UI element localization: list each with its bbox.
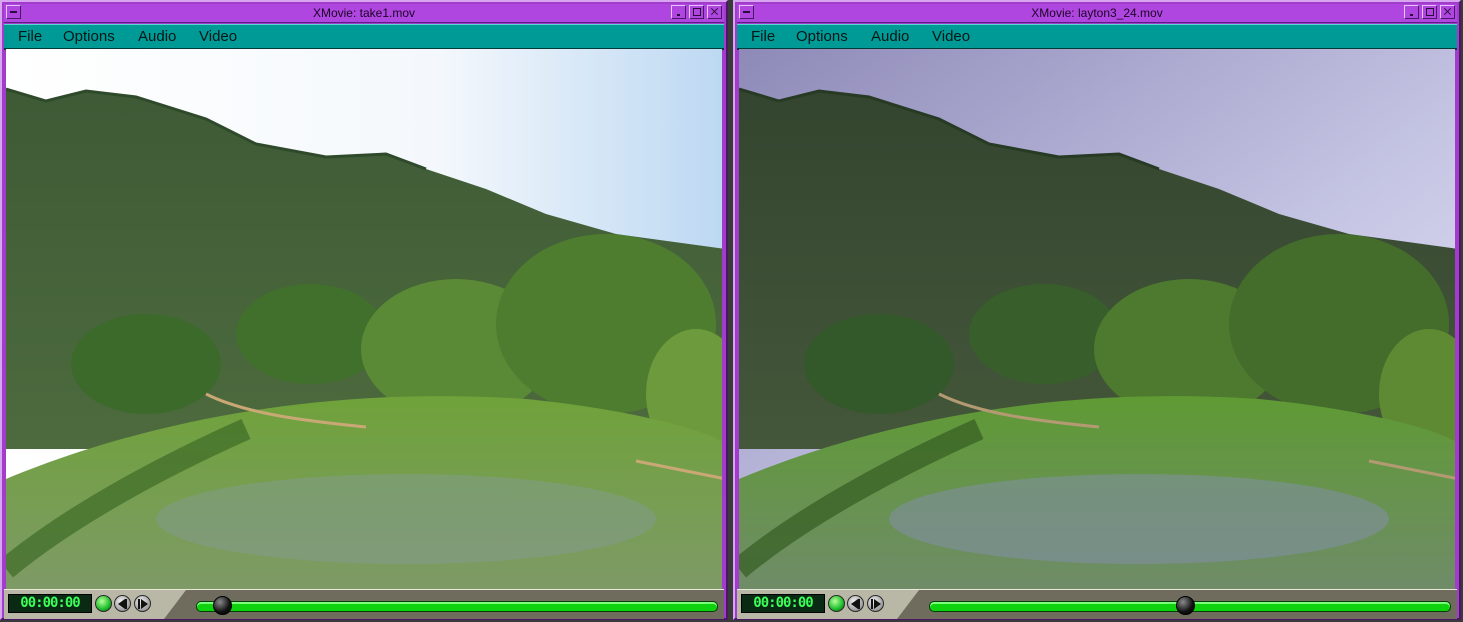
xmovie-window-left: XMovie: take1.mov File Options Audio Vid… xyxy=(0,0,728,620)
step-back-icon[interactable] xyxy=(847,595,864,612)
minimize-icon[interactable] xyxy=(671,5,686,19)
seek-track[interactable] xyxy=(196,601,718,612)
step-back-icon[interactable] xyxy=(114,595,131,612)
timecode-display: 00:00:00 xyxy=(741,594,825,613)
landscape-video-image xyxy=(739,49,1455,589)
step-forward-icon[interactable] xyxy=(867,595,884,612)
menu-video[interactable]: Video xyxy=(199,28,237,45)
maximize-icon[interactable] xyxy=(689,5,704,19)
seek-thumb-icon[interactable] xyxy=(1175,596,1195,615)
xmovie-window-right: XMovie: layton3_24.mov File Options Audi… xyxy=(733,0,1461,620)
control-bar: 00:00:00 xyxy=(4,589,724,619)
play-icon[interactable] xyxy=(95,595,112,612)
landscape-video-image xyxy=(6,49,722,589)
window-title: XMovie: layton3_24.mov xyxy=(1031,6,1163,20)
menu-file[interactable]: File xyxy=(751,28,775,45)
play-icon[interactable] xyxy=(828,595,845,612)
menu-bar: File Options Audio Video xyxy=(737,24,1457,50)
window-title: XMovie: take1.mov xyxy=(312,6,416,20)
menu-video[interactable]: Video xyxy=(932,28,970,45)
title-bar[interactable]: XMovie: layton3_24.mov xyxy=(737,4,1457,23)
menu-options[interactable]: Options xyxy=(796,28,848,45)
menu-audio[interactable]: Audio xyxy=(871,28,909,45)
step-forward-icon[interactable] xyxy=(134,595,151,612)
menu-bar: File Options Audio Video xyxy=(4,24,724,50)
video-frame[interactable] xyxy=(6,49,722,589)
video-frame[interactable] xyxy=(739,49,1455,589)
minimize-icon[interactable] xyxy=(1404,5,1419,19)
menu-file[interactable]: File xyxy=(18,28,42,45)
title-bar[interactable]: XMovie: take1.mov xyxy=(4,4,724,23)
menu-audio[interactable]: Audio xyxy=(138,28,176,45)
menu-options[interactable]: Options xyxy=(63,28,115,45)
close-icon[interactable] xyxy=(707,5,722,19)
close-icon[interactable] xyxy=(1440,5,1455,19)
control-bar: 00:00:00 xyxy=(737,589,1457,619)
timecode-display: 00:00:00 xyxy=(8,594,92,613)
seek-thumb-icon[interactable] xyxy=(213,596,233,615)
maximize-icon[interactable] xyxy=(1422,5,1437,19)
